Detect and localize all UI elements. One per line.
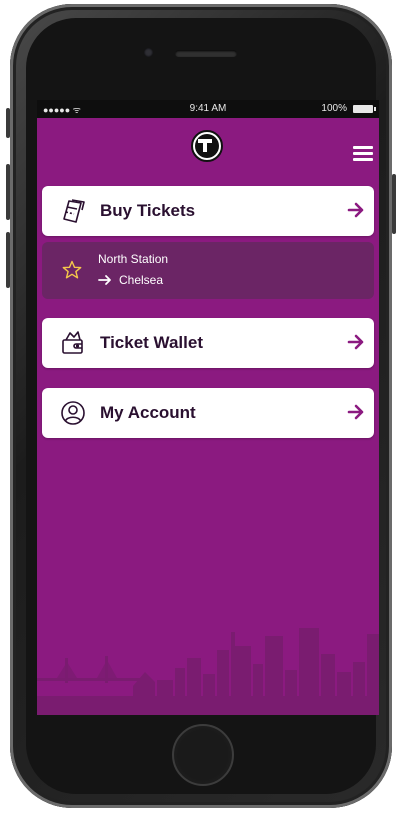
power-button [392,174,396,234]
battery-percent: 100% [321,103,347,114]
trip-origin: North Station [98,252,169,266]
home-button[interactable] [172,724,234,786]
earpiece-speaker [175,50,237,57]
hamburger-menu-icon[interactable] [353,146,373,162]
battery-icon [353,105,376,113]
volume-up-button [6,164,10,220]
ticket-wallet-label: Ticket Wallet [100,333,203,352]
app-screen: ●●●●● ᯤ 9:41 AM 100% Buy Tickets North S… [37,100,379,715]
wallet-icon [62,331,83,354]
ticket-icon [63,199,85,223]
buy-tickets-button[interactable]: Buy Tickets [42,186,374,236]
mute-switch [6,108,10,138]
arrow-right-icon [98,275,111,285]
mbta-t-logo-icon [191,130,223,162]
trip-destination: Chelsea [119,273,164,287]
my-account-label: My Account [100,403,196,422]
volume-down-button [6,232,10,288]
favorite-trip-row[interactable]: North Station Chelsea [42,242,374,299]
arrow-right-icon [347,404,364,420]
star-icon[interactable] [62,260,82,280]
my-account-button[interactable]: My Account [42,388,374,438]
user-icon [61,401,85,425]
ticket-wallet-button[interactable]: Ticket Wallet [42,318,374,368]
buy-tickets-label: Buy Tickets [100,201,196,220]
status-bar: ●●●●● ᯤ 9:41 AM 100% [37,100,379,118]
arrow-right-icon [347,202,364,218]
city-skyline-illustration [37,628,379,715]
arrow-right-icon [347,334,364,350]
app-header [37,118,379,178]
front-camera [144,48,153,57]
